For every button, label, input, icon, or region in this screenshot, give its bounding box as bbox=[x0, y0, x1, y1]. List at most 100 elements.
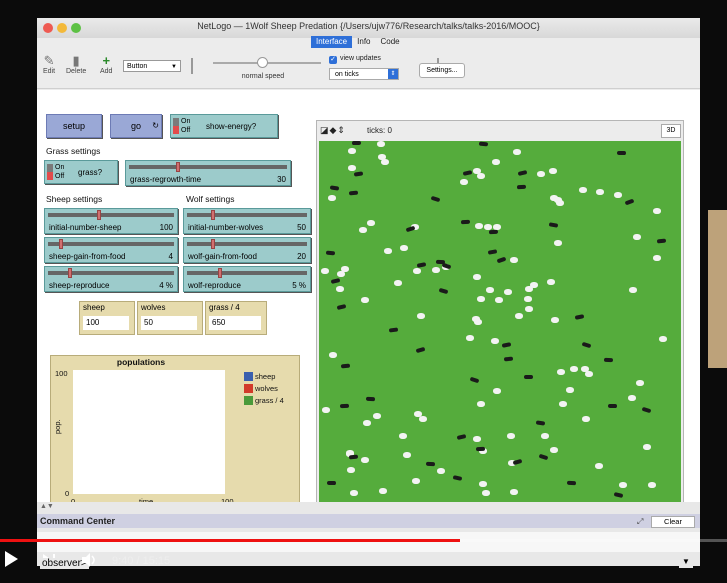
pencil-icon: ✎ bbox=[43, 53, 55, 68]
sheep-agent bbox=[400, 245, 408, 251]
tab-bar: Interface Info Code bbox=[311, 36, 405, 48]
sheep-agent bbox=[550, 447, 558, 453]
resize-arrows-icon[interactable]: ▲▼ bbox=[40, 503, 54, 510]
world-grid[interactable] bbox=[319, 140, 681, 503]
edit-button[interactable]: ✎ Edit bbox=[43, 53, 55, 76]
sheep-agent bbox=[510, 257, 518, 263]
sheep-agent bbox=[437, 468, 445, 474]
wolf-agent bbox=[478, 141, 489, 147]
setup-button[interactable]: setup bbox=[46, 114, 102, 138]
play-icon[interactable] bbox=[2, 548, 20, 570]
dropdown-arrow-icon[interactable]: ▼ bbox=[679, 556, 693, 568]
wolf-agent bbox=[462, 170, 473, 176]
video-time: 9:40 / 15:15 bbox=[112, 555, 171, 567]
sheep-agent bbox=[513, 149, 521, 155]
sheep-agent bbox=[378, 154, 386, 160]
sheep-agent bbox=[595, 463, 603, 469]
tab-interface[interactable]: Interface bbox=[311, 36, 353, 48]
wolf-agent bbox=[353, 171, 364, 177]
view-control-icons[interactable]: ◪◆⇕ bbox=[320, 125, 346, 136]
sheep-agent bbox=[403, 452, 411, 458]
grass-regrowth-time-slider[interactable]: grass-regrowth-time 30 bbox=[125, 160, 291, 186]
slider-knob[interactable] bbox=[97, 210, 101, 220]
expand-icon[interactable]: ⤢ bbox=[637, 517, 643, 527]
wolf-agent bbox=[512, 458, 523, 466]
sheep-agent bbox=[347, 467, 355, 473]
wolf-agent bbox=[613, 491, 624, 499]
tick-mode-select[interactable]: on ticks ⇕ bbox=[329, 68, 399, 80]
sheep-agent bbox=[495, 297, 503, 303]
sheep-agent bbox=[493, 388, 501, 394]
sheep-agent bbox=[614, 192, 622, 198]
add-button[interactable]: + Add bbox=[100, 53, 112, 76]
populations-plot: populations 100 0 pop. 0 time 100 sheep … bbox=[50, 355, 300, 511]
sheep-agent bbox=[361, 457, 369, 463]
plot-legend: sheep wolves grass / 4 bbox=[244, 370, 284, 406]
sheep-reproduce-slider[interactable]: sheep-reproduce 4 % bbox=[44, 266, 178, 292]
sheep-agent bbox=[648, 482, 656, 488]
wolf-agent bbox=[438, 287, 449, 295]
3d-view-button[interactable]: 3D bbox=[661, 124, 681, 138]
sheep-agent bbox=[579, 187, 587, 193]
initial-number-wolves-slider[interactable]: initial-number-wolves 50 bbox=[183, 208, 311, 234]
sheep-agent bbox=[530, 282, 538, 288]
sheep-agent bbox=[556, 200, 564, 206]
plus-icon: + bbox=[102, 53, 111, 68]
slider-knob[interactable] bbox=[59, 239, 63, 249]
sheep-agent bbox=[479, 481, 487, 487]
slider-knob[interactable] bbox=[176, 162, 180, 172]
wolf-reproduce-slider[interactable]: wolf-reproduce 5 % bbox=[183, 266, 311, 292]
speed-label: normal speed bbox=[241, 73, 285, 80]
switch-toggle[interactable] bbox=[47, 164, 53, 180]
volume-icon[interactable] bbox=[80, 551, 98, 569]
sheep-gain-from-food-slider[interactable]: sheep-gain-from-food 4 bbox=[44, 237, 178, 263]
wolf-agent bbox=[535, 420, 546, 426]
delete-button[interactable]: ▮ Delete bbox=[66, 54, 86, 76]
sheep-agent bbox=[473, 274, 481, 280]
wolf-agent bbox=[574, 314, 585, 320]
plot-ymin: 0 bbox=[65, 489, 70, 498]
sheep-agent bbox=[653, 208, 661, 214]
wolf-agent bbox=[548, 222, 559, 228]
wolf-agent bbox=[325, 250, 336, 256]
sheep-agent bbox=[473, 168, 481, 174]
sheep-agent bbox=[337, 271, 345, 277]
wolf-agent bbox=[501, 342, 512, 348]
sheep-agent bbox=[547, 279, 555, 285]
sheep-agent bbox=[412, 478, 420, 484]
sheep-agent bbox=[557, 369, 565, 375]
sheep-agent bbox=[537, 171, 545, 177]
wolf-agent bbox=[538, 453, 549, 461]
switch-toggle[interactable] bbox=[173, 118, 179, 134]
chevron-down-icon: ▼ bbox=[171, 64, 177, 70]
sheep-agent bbox=[491, 338, 499, 344]
wolf-agent bbox=[616, 150, 627, 156]
world-view-panel: ◪◆⇕ ticks: 0 3D bbox=[316, 120, 684, 504]
sheep-agent bbox=[350, 490, 358, 496]
sheep-agent bbox=[399, 433, 407, 439]
tab-info[interactable]: Info bbox=[352, 36, 375, 48]
show-energy-switch[interactable]: On Off show-energy? bbox=[170, 114, 278, 138]
grass-switch[interactable]: On Off grass? bbox=[44, 160, 118, 184]
slider-knob[interactable] bbox=[68, 268, 72, 278]
wolf-agent bbox=[430, 195, 441, 203]
slider-knob[interactable] bbox=[211, 239, 215, 249]
view-updates-checkbox[interactable]: ✓ bbox=[329, 56, 337, 64]
wolf-agent bbox=[405, 225, 416, 233]
tab-code[interactable]: Code bbox=[375, 36, 404, 48]
sheep-settings-heading: Sheep settings bbox=[46, 194, 103, 204]
wolf-gain-from-food-slider[interactable]: wolf-gain-from-food 20 bbox=[183, 237, 311, 263]
sheep-agent bbox=[628, 395, 636, 401]
speed-slider-knob[interactable] bbox=[257, 57, 268, 68]
sheep-agent bbox=[504, 289, 512, 295]
slider-knob[interactable] bbox=[218, 268, 222, 278]
clear-button[interactable]: Clear bbox=[651, 516, 695, 528]
settings-button[interactable]: Settings... bbox=[419, 63, 465, 78]
go-button[interactable]: go ↻ bbox=[110, 114, 162, 138]
initial-number-sheep-slider[interactable]: initial-number-sheep 100 bbox=[44, 208, 178, 234]
widget-type-select[interactable]: Button ▼ bbox=[123, 60, 181, 72]
title-bar: NetLogo — 1Wolf Sheep Predation {/Users/… bbox=[37, 18, 700, 38]
slider-knob[interactable] bbox=[211, 210, 215, 220]
wolf-agent bbox=[365, 396, 376, 402]
wolf-agent bbox=[388, 327, 399, 333]
